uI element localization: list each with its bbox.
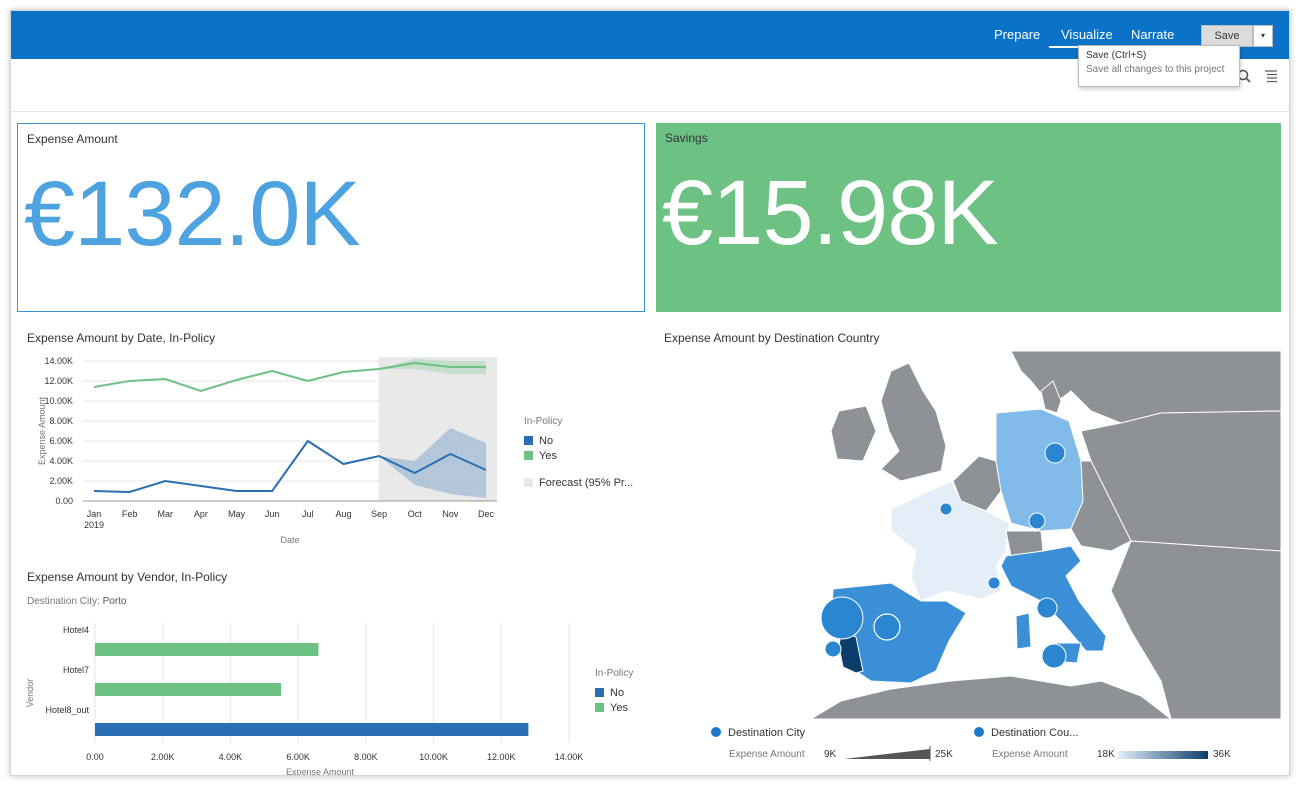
region-shape-icon: [974, 727, 984, 737]
x-axis-label: Expense Amount: [286, 767, 355, 776]
legend-min: 9K: [824, 749, 837, 760]
kpi-tile-expense-amount[interactable]: Expense Amount €132.0K: [17, 123, 645, 312]
legend-max: 36K: [1213, 749, 1231, 760]
europe-map[interactable]: [11, 351, 1290, 723]
x-tick-label: 6.00K: [286, 752, 310, 762]
x-tick-label: 12.00K: [487, 752, 516, 762]
legend-label: Destination Cou...: [991, 727, 1079, 739]
tooltip-shortcut: Save (Ctrl+S): [1086, 50, 1147, 61]
legend-min: 18K: [1097, 749, 1115, 760]
city-bubble[interactable]: [873, 613, 901, 641]
bubble-size-scale-icon: [844, 746, 931, 761]
tab-visualize[interactable]: Visualize: [1049, 27, 1125, 48]
legend-destination-city[interactable]: Destination City: [711, 727, 805, 739]
city-bubble[interactable]: [1041, 643, 1067, 669]
legend-measure: Expense Amount: [729, 749, 805, 760]
save-button[interactable]: Save: [1201, 25, 1253, 47]
toolbar-divider: [11, 111, 1289, 112]
x-tick-label: 4.00K: [219, 752, 243, 762]
tooltip-description: Save all changes to this project: [1086, 64, 1225, 75]
kpi-title: Savings: [665, 131, 708, 145]
map-title: Expense Amount by Destination Country: [664, 331, 880, 345]
tab-narrate[interactable]: Narrate: [1131, 27, 1174, 42]
legend-label: Destination City: [728, 727, 806, 739]
search-icon[interactable]: [1237, 69, 1251, 83]
city-bubble[interactable]: [1036, 597, 1058, 619]
app-window: Prepare Visualize Narrate Save ▾ Save (C…: [10, 10, 1290, 776]
kpi-title: Expense Amount: [27, 132, 118, 146]
kpi-tile-savings[interactable]: Savings €15.98K: [656, 123, 1281, 312]
region-germany[interactable]: [995, 408, 1084, 532]
region-sardinia[interactable]: [1015, 612, 1032, 650]
city-bubble[interactable]: [1044, 442, 1066, 464]
tab-prepare[interactable]: Prepare: [994, 27, 1040, 42]
x-tick-label: 8.00K: [354, 752, 378, 762]
bar-hotel8_out[interactable]: [95, 723, 529, 736]
x-tick-label: 14.00K: [555, 752, 584, 762]
x-tick-label: 2.00K: [151, 752, 175, 762]
legend-max: 25K: [935, 749, 953, 760]
kpi-value: €15.98K: [662, 162, 999, 264]
legend-destination-country[interactable]: Destination Cou...: [974, 727, 1078, 739]
city-bubble[interactable]: [820, 596, 864, 640]
kpi-value: €132.0K: [24, 163, 361, 265]
save-options-dropdown[interactable]: ▾: [1253, 25, 1273, 47]
map-legend: Destination City Expense Amount 9K 25K D…: [711, 727, 1271, 771]
save-tooltip: Save (Ctrl+S) Save all changes to this p…: [1078, 45, 1240, 87]
menu-icon[interactable]: [1265, 70, 1277, 83]
canvas-toolbar: [1237, 69, 1277, 88]
color-scale-icon: [1118, 751, 1208, 759]
legend-measure: Expense Amount: [992, 749, 1068, 760]
city-bubble[interactable]: [1028, 512, 1046, 530]
city-bubble[interactable]: [939, 502, 953, 516]
x-tick-label: 10.00K: [419, 752, 448, 762]
x-tick-label: 0.00: [86, 752, 104, 762]
line-chart-title: Expense Amount by Date, In-Policy: [27, 331, 216, 345]
circle-icon: [711, 727, 721, 737]
city-bubble[interactable]: [987, 576, 1001, 590]
city-bubble[interactable]: [824, 640, 842, 658]
